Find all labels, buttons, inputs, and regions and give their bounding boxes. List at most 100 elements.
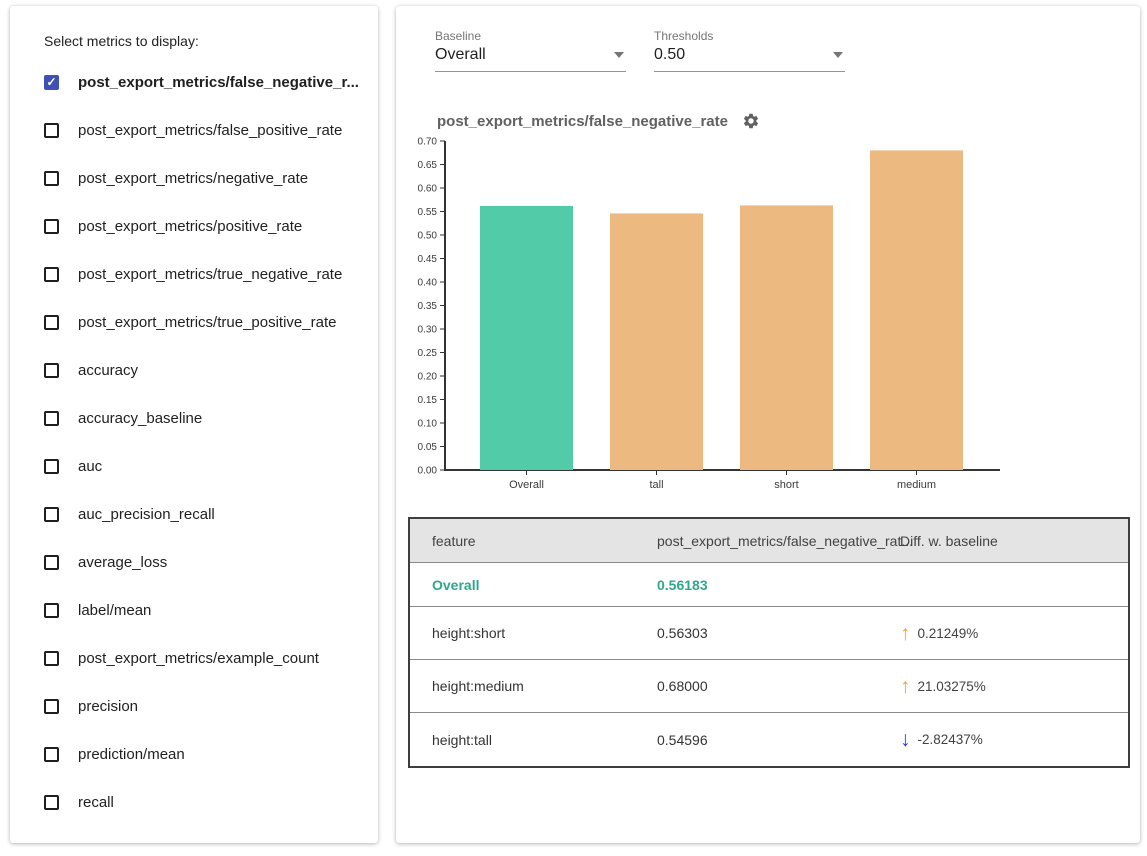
metric-checkbox-item[interactable]: recall <box>10 778 378 826</box>
y-tick-label: 0.55 <box>418 207 438 218</box>
y-tick-label: 0.20 <box>418 372 438 383</box>
metric-label: average_loss <box>78 554 167 571</box>
checkbox-unchecked-icon[interactable] <box>44 507 59 522</box>
metric-label: post_export_metrics/negative_rate <box>78 170 308 187</box>
metric-checkbox-item[interactable]: prediction/mean <box>10 730 378 778</box>
metric-selector-panel: Select metrics to display: ✓post_export_… <box>10 6 378 843</box>
metric-label: post_export_metrics/false_positive_rate <box>78 122 342 139</box>
checkbox-unchecked-icon[interactable] <box>44 459 59 474</box>
arrow-down-icon: ↓ <box>900 729 911 750</box>
checkbox-unchecked-icon[interactable] <box>44 795 59 810</box>
y-tick-label: 0.35 <box>418 301 438 312</box>
metric-value-cell: 0.56183 <box>657 577 892 593</box>
checkbox-unchecked-icon[interactable] <box>44 603 59 618</box>
table-row: Overall0.56183 <box>410 563 1128 607</box>
metric-value-cell: 0.54596 <box>657 732 892 748</box>
diff-cell: ↑ 21.03275% <box>892 676 1128 697</box>
metric-checkbox-item[interactable]: precision <box>10 682 378 730</box>
y-tick-label: 0.10 <box>418 419 438 430</box>
table-row: height:tall0.54596↓-2.82437% <box>410 713 1128 766</box>
bar-chart: 0.000.050.100.150.200.250.300.350.400.45… <box>404 130 1044 502</box>
diff-cell: ↓ -2.82437% <box>892 729 1128 750</box>
metric-label: post_export_metrics/false_negative_r... <box>78 74 359 91</box>
metric-checkbox-item[interactable]: average_loss <box>10 538 378 586</box>
metric-value-cell: 0.68000 <box>657 678 892 694</box>
metric-label: precision <box>78 698 138 715</box>
y-tick-label: 0.15 <box>418 395 438 406</box>
diff-cell: ↑ 0.21249% <box>892 623 1128 644</box>
metric-label: auc <box>78 458 102 475</box>
metric-checkbox-item[interactable]: label/mean <box>10 586 378 634</box>
y-tick-label: 0.65 <box>418 160 438 171</box>
metric-label: recall <box>78 794 114 811</box>
checkbox-checked-icon[interactable]: ✓ <box>44 75 59 90</box>
y-tick-label: 0.50 <box>418 231 438 242</box>
fairness-results-panel: Baseline Overall Thresholds 0.50 post_ex… <box>396 6 1140 843</box>
diff-value: 0.21249% <box>918 626 979 641</box>
y-tick-label: 0.40 <box>418 278 438 289</box>
metric-list: ✓ post_export_metrics/false_negative_r...… <box>10 58 378 826</box>
checkbox-unchecked-icon[interactable] <box>44 699 59 714</box>
x-tick-label: short <box>774 479 798 491</box>
metric-label: accuracy <box>78 362 138 379</box>
thresholds-dropdown[interactable]: Thresholds 0.50 <box>654 29 845 72</box>
diff-value: 21.03275% <box>918 679 986 694</box>
checkbox-unchecked-icon[interactable] <box>44 171 59 186</box>
y-tick-label: 0.05 <box>418 442 438 453</box>
checkbox-unchecked-icon[interactable] <box>44 747 59 762</box>
y-tick-label: 0.00 <box>418 466 438 477</box>
bar-tall[interactable] <box>610 213 703 470</box>
metric-value-cell: 0.56303 <box>657 625 892 641</box>
checkbox-unchecked-icon[interactable] <box>44 219 59 234</box>
x-tick-label: Overall <box>509 479 544 491</box>
bar-medium[interactable] <box>870 150 963 470</box>
feature-cell: Overall <box>410 577 657 593</box>
arrow-up-icon: ↑ <box>900 623 911 644</box>
controls-row: Baseline Overall Thresholds 0.50 <box>396 6 1140 72</box>
arrow-up-icon: ↑ <box>900 676 911 697</box>
diff-value: -2.82437% <box>918 732 983 747</box>
metric-label: post_export_metrics/example_count <box>78 650 319 667</box>
table-row: height:medium0.68000 ↑ 21.03275% <box>410 660 1128 713</box>
metric-checkbox-item[interactable]: post_export_metrics/false_positive_rate <box>10 106 378 154</box>
metric-checkbox-item[interactable]: post_export_metrics/true_negative_rate <box>10 250 378 298</box>
chart-header: post_export_metrics/false_negative_rate <box>437 112 1140 130</box>
metric-checkbox-item[interactable]: accuracy <box>10 346 378 394</box>
checkbox-unchecked-icon[interactable] <box>44 651 59 666</box>
metric-label: label/mean <box>78 602 151 619</box>
metric-label: post_export_metrics/true_negative_rate <box>78 266 342 283</box>
gear-icon[interactable] <box>742 112 760 130</box>
metric-label: prediction/mean <box>78 746 185 763</box>
column-header-metric: post_export_metrics/false_negative_rat..… <box>657 533 892 549</box>
metric-label: post_export_metrics/positive_rate <box>78 218 302 235</box>
checkbox-unchecked-icon[interactable] <box>44 411 59 426</box>
metric-checkbox-item[interactable]: auc_precision_recall <box>10 490 378 538</box>
table-header-row: feature post_export_metrics/false_negati… <box>410 519 1128 563</box>
chart-title: post_export_metrics/false_negative_rate <box>437 113 728 130</box>
feature-cell: height:medium <box>410 678 657 694</box>
y-tick-label: 0.25 <box>418 348 438 359</box>
checkbox-unchecked-icon[interactable] <box>44 363 59 378</box>
table-row: height:short0.56303 ↑ 0.21249% <box>410 607 1128 660</box>
metric-checkbox-item[interactable]: post_export_metrics/negative_rate <box>10 154 378 202</box>
feature-cell: height:short <box>410 625 657 641</box>
metric-label: auc_precision_recall <box>78 506 215 523</box>
bar-Overall[interactable] <box>480 206 573 470</box>
checkbox-unchecked-icon[interactable] <box>44 267 59 282</box>
metric-label: accuracy_baseline <box>78 410 202 427</box>
metric-checkbox-item[interactable]: post_export_metrics/true_positive_rate <box>10 298 378 346</box>
baseline-value: Overall <box>435 46 486 64</box>
checkbox-unchecked-icon[interactable] <box>44 315 59 330</box>
metric-checkbox-item[interactable]: post_export_metrics/positive_rate <box>10 202 378 250</box>
metric-checkbox-item[interactable]: ✓ post_export_metrics/false_negative_r... <box>10 58 378 106</box>
metric-checkbox-item[interactable]: auc <box>10 442 378 490</box>
baseline-dropdown[interactable]: Baseline Overall <box>435 29 626 72</box>
metric-checkbox-item[interactable]: accuracy_baseline <box>10 394 378 442</box>
bar-short[interactable] <box>740 205 833 470</box>
checkbox-unchecked-icon[interactable] <box>44 555 59 570</box>
metric-checkbox-item[interactable]: post_export_metrics/example_count <box>10 634 378 682</box>
checkbox-unchecked-icon[interactable] <box>44 123 59 138</box>
thresholds-label: Thresholds <box>654 29 845 43</box>
chevron-down-icon <box>614 52 624 58</box>
x-tick-label: medium <box>897 479 936 491</box>
